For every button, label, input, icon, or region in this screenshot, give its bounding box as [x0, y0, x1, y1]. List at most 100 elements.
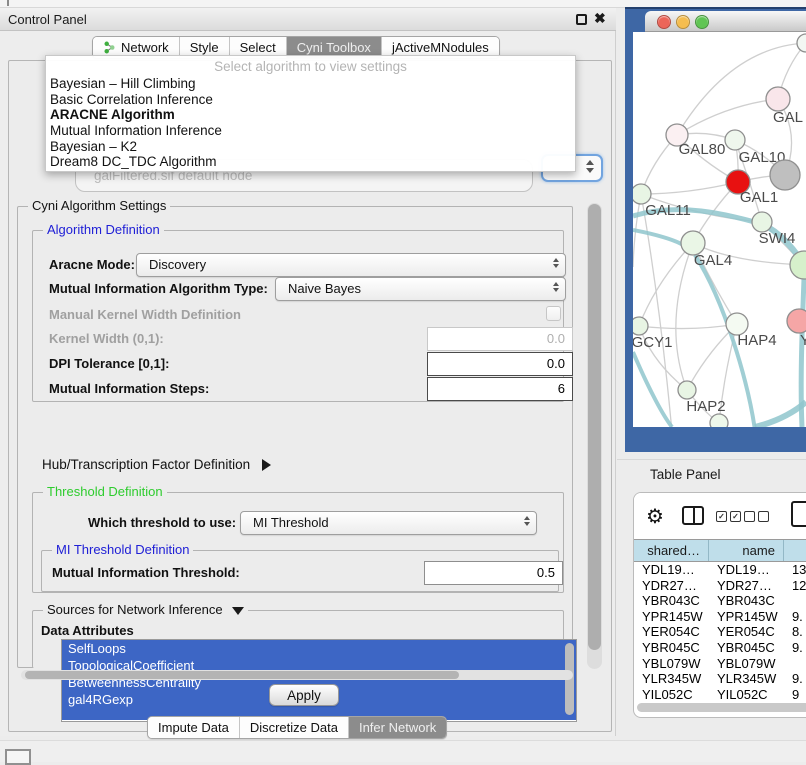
table-panel-header: Table Panel	[617, 459, 806, 488]
tab-infer-network[interactable]: Infer Network	[349, 717, 446, 738]
manual-kernel-width-checkbox[interactable]	[546, 306, 561, 321]
network-node[interactable]	[797, 34, 806, 52]
table-header-row[interactable]: shared…name	[634, 539, 806, 562]
network-view-window: GALGAL80GAL10GAL1GAL11SWI4GAL4GCY1HAP4YH…	[625, 7, 806, 452]
algorithm-option[interactable]: Dream8 DC_TDC Algorithm	[46, 154, 575, 170]
threshold-definition-title: Threshold Definition	[43, 484, 167, 499]
table-column-header[interactable]: name	[709, 540, 784, 561]
table-column-header[interactable]	[784, 540, 806, 561]
table-cell: 9.	[784, 609, 806, 625]
network-edge-highlighted[interactable]	[633, 352, 672, 427]
settings-hscrollbar-thumb[interactable]	[25, 671, 459, 679]
algorithm-definition-group: Algorithm Definition Aracne Mode: Discov…	[32, 230, 564, 402]
apply-button[interactable]: Apply	[269, 684, 339, 706]
network-node-label: SWI4	[759, 230, 796, 247]
table-row[interactable]: YIL052CYIL052C9	[634, 687, 806, 703]
table-body[interactable]: YDL19…YDL19…13YDR27…YDR27…12YBR043CYBR04…	[634, 562, 806, 702]
algorithm-option[interactable]: Bayesian – K2	[46, 139, 575, 155]
table-cell: YBL079W	[709, 656, 784, 672]
table-row[interactable]: YER054CYER054C8.	[634, 624, 806, 640]
network-edge-highlighted[interactable]	[755, 402, 806, 427]
table-row[interactable]: YBR043CYBR043C	[634, 593, 806, 609]
which-threshold-combobox[interactable]: MI Threshold	[240, 511, 537, 535]
network-node-y[interactable]	[787, 309, 806, 333]
network-node-gal10[interactable]	[725, 130, 745, 150]
network-node-hap2[interactable]	[678, 381, 696, 399]
mi-steps-input[interactable]: 6	[427, 377, 573, 401]
table-row[interactable]: YDR27…YDR27…12	[634, 578, 806, 594]
network-node-gcy1[interactable]	[633, 317, 648, 335]
settings-gear-icon[interactable]: ⚙	[646, 504, 664, 529]
network-canvas[interactable]: GALGAL80GAL10GAL1GAL11SWI4GAL4GCY1HAP4YH…	[633, 32, 806, 427]
algorithm-option[interactable]: Bayesian – Hill Climbing	[46, 76, 575, 92]
settings-vscrollbar-thumb[interactable]	[588, 204, 601, 650]
aracne-mode-combobox[interactable]: Discovery	[136, 253, 566, 277]
algorithm-option[interactable]: Basic Correlation Inference	[46, 92, 575, 108]
table-cell: YER054C	[709, 624, 784, 640]
network-node-gal[interactable]	[766, 87, 790, 111]
network-node-gal11[interactable]	[633, 184, 651, 204]
minimize-traffic-light[interactable]	[676, 15, 690, 29]
table-cell	[784, 593, 806, 609]
mi-threshold-input[interactable]: 0.5	[424, 561, 563, 585]
network-node-label: GCY1	[633, 334, 672, 351]
select-all-checkboxes-icon[interactable]: ✓✓	[716, 511, 741, 522]
control-panel-title: Control Panel	[8, 12, 87, 27]
panel-partial-icon[interactable]	[791, 501, 806, 527]
table-column-header[interactable]: shared…	[634, 540, 709, 561]
data-attributes-list[interactable]: SelfLoopsTopologicalCoefficientBetweenne…	[61, 639, 577, 722]
network-edge[interactable]	[639, 324, 737, 329]
float-window-icon[interactable]	[576, 14, 587, 25]
table-row[interactable]: YLR345WYLR345W9.	[634, 671, 806, 687]
table-row[interactable]: YBR045CYBR045C9.	[634, 640, 806, 656]
mi-threshold-definition-group: MI Threshold Definition Mutual Informati…	[41, 550, 559, 592]
kernel-width-input[interactable]: 0.0	[427, 327, 573, 351]
minimized-panel-icon[interactable]	[5, 749, 31, 765]
table-cell: YPR145W	[634, 609, 709, 625]
network-node[interactable]	[710, 414, 728, 427]
table-row[interactable]: YPR145WYPR145W9.	[634, 609, 806, 625]
table-cell: YIL052C	[634, 687, 709, 703]
network-edge-highlighted[interactable]	[801, 279, 804, 427]
network-edge[interactable]	[639, 243, 693, 326]
network-window-titlebar	[645, 11, 806, 32]
algorithm-dropdown-prompt: Select algorithm to view settings	[46, 56, 575, 76]
network-node[interactable]	[770, 160, 800, 190]
collapse-arrow-icon	[232, 607, 244, 615]
network-icon	[103, 41, 116, 54]
table-cell: 9.	[784, 671, 806, 687]
network-edge[interactable]	[677, 99, 778, 135]
algorithm-option[interactable]: ARACNE Algorithm	[46, 107, 575, 123]
deselect-all-checkboxes-icon[interactable]	[744, 511, 769, 522]
data-attribute-item[interactable]: SelfLoops	[62, 640, 576, 657]
tab-impute-data[interactable]: Impute Data	[148, 717, 240, 738]
sources-title[interactable]: Sources for Network Inference	[43, 602, 248, 617]
mi-algorithm-type-combobox[interactable]: Naive Bayes	[275, 277, 566, 301]
network-node-swi4[interactable]	[752, 212, 772, 232]
table-cell: 9	[784, 687, 806, 703]
control-panel-titlebar: Control Panel ✖	[0, 8, 616, 31]
table-panel-title: Table Panel	[650, 467, 721, 482]
network-node-label: GAL80	[679, 141, 726, 158]
table-cell: YBR043C	[709, 593, 784, 609]
close-traffic-light[interactable]	[657, 15, 671, 29]
dpi-tolerance-input[interactable]: 0.0	[427, 352, 573, 376]
table-cell: 12	[784, 578, 806, 594]
hub-transcription-factor-section[interactable]: Hub/Transcription Factor Definition	[42, 457, 271, 472]
table-cell: YDR27…	[634, 578, 709, 594]
combobox-arrows-icon	[553, 258, 559, 268]
table-row[interactable]: YDL19…YDL19…13	[634, 562, 806, 578]
network-edge-highlighted[interactable]	[633, 230, 683, 245]
algorithm-option[interactable]: Mutual Information Inference	[46, 123, 575, 139]
tab-discretize-data[interactable]: Discretize Data	[240, 717, 349, 738]
split-columns-icon[interactable]	[682, 506, 704, 525]
table-hscrollbar[interactable]	[637, 703, 806, 712]
network-node[interactable]	[790, 251, 806, 279]
close-icon[interactable]: ✖	[594, 10, 606, 27]
table-row[interactable]: YBL079WYBL079W	[634, 656, 806, 672]
table-cell: 8.	[784, 624, 806, 640]
network-edge[interactable]	[641, 182, 738, 194]
table-toolbar: ⚙ ✓✓	[634, 493, 806, 539]
network-edge[interactable]	[676, 243, 693, 390]
zoom-traffic-light[interactable]	[695, 15, 709, 29]
